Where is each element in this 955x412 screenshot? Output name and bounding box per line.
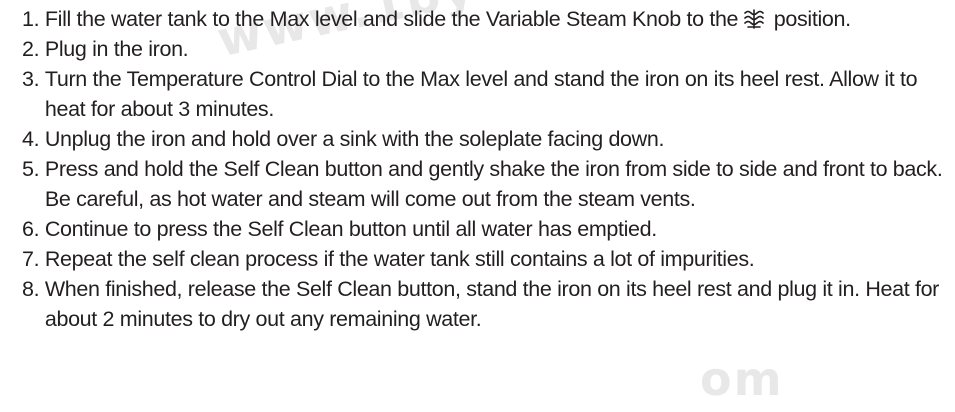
step-text-part: Fill the water tank to the Max level and… (44, 7, 739, 31)
step-number: 7. (22, 247, 45, 271)
watermark-bottom: om (700, 352, 784, 406)
step-text: Turn the Temperature Control Dial to the… (44, 67, 918, 121)
step-text: Fill the water tank to the Max level and… (45, 4, 947, 34)
step-text: When finished, release the Self Clean bu… (44, 277, 939, 331)
step-number: 5. (22, 157, 45, 181)
step-8: 8. When finished, release the Self Clean… (22, 274, 947, 334)
step-4: 4. Unplug the iron and hold over a sink … (22, 124, 947, 154)
step-2: 2. Plug in the iron. (22, 34, 947, 64)
max-steam-icon (744, 9, 764, 29)
step-number: 6. (22, 217, 45, 241)
step-text: Plug in the iron. (44, 37, 189, 61)
step-7: 7. Repeat the self clean process if the … (22, 244, 947, 274)
self-clean-instructions-list: 1. Fill the water tank to the Max level … (22, 4, 947, 334)
step-1: 1. Fill the water tank to the Max level … (22, 4, 947, 34)
step-text-part: position. (768, 7, 851, 31)
step-number: 4. (22, 127, 45, 151)
step-number: 3. (22, 67, 45, 91)
step-number: 1. (22, 7, 45, 31)
step-text: Press and hold the Self Clean button and… (44, 157, 943, 211)
step-number: 8. (22, 277, 45, 301)
step-3: 3. Turn the Temperature Control Dial to … (22, 64, 947, 124)
step-5: 5. Press and hold the Self Clean button … (22, 154, 947, 214)
step-text: Continue to press the Self Clean button … (44, 217, 657, 241)
step-text: Repeat the self clean process if the wat… (44, 247, 755, 271)
step-6: 6. Continue to press the Self Clean butt… (22, 214, 947, 244)
step-text: Unplug the iron and hold over a sink wit… (44, 127, 665, 151)
step-number: 2. (22, 37, 45, 61)
